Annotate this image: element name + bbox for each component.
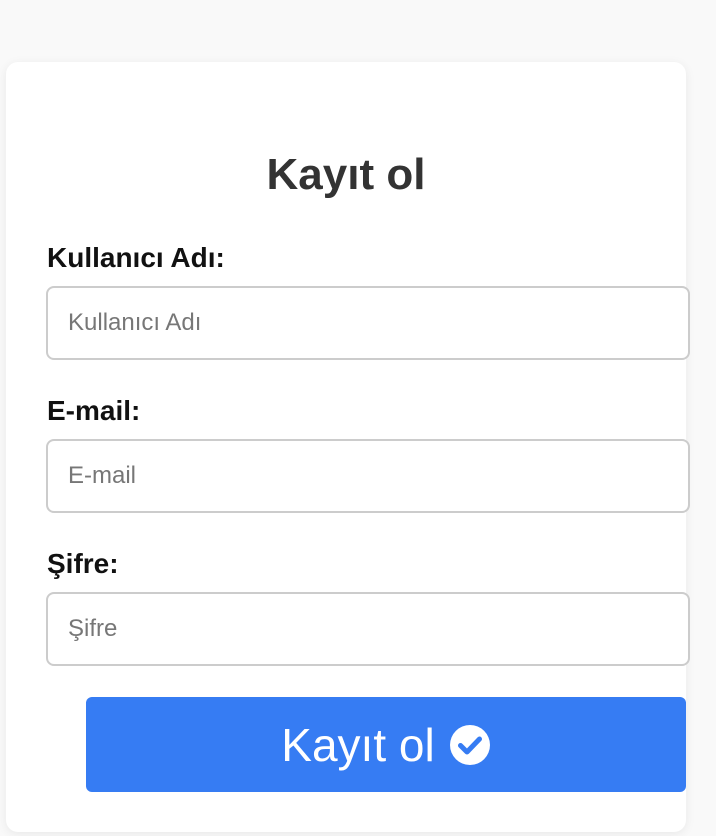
password-input[interactable] — [46, 592, 690, 666]
username-label: Kullanıcı Adı: — [47, 242, 225, 273]
email-label: E-mail: — [47, 395, 141, 426]
register-button[interactable]: Kayıt ol — [86, 697, 686, 792]
password-label: Şifre: — [47, 548, 119, 579]
page-title: Kayıt ol — [266, 150, 426, 199]
register-button-label: Kayıt ol — [281, 718, 435, 771]
register-card: Kayıt ol Kullanıcı Adı: E-mail: Şifre: K… — [6, 62, 690, 832]
email-input[interactable] — [46, 439, 690, 513]
check-circle-icon — [449, 724, 491, 766]
username-input[interactable] — [46, 286, 690, 360]
